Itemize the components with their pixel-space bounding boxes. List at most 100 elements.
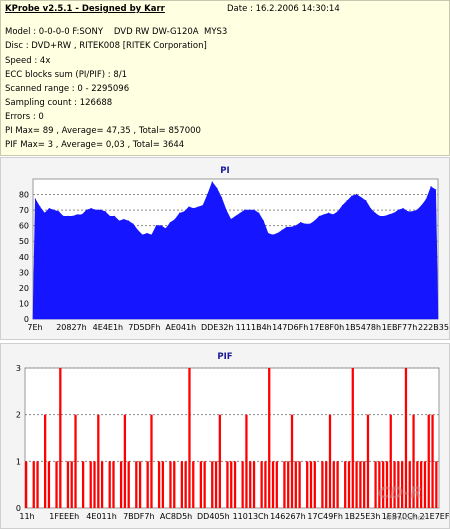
pi-point (262, 220, 265, 222)
x-tick-label: 146267h (270, 512, 306, 521)
pif-bar (260, 461, 263, 508)
pif-bar (192, 461, 195, 508)
pif-bar (351, 368, 354, 508)
pi-point (272, 234, 274, 236)
pif-bar (336, 461, 339, 508)
pif-bar (89, 461, 92, 508)
pi-point (253, 209, 255, 211)
info-speed: Speed : 4x (5, 56, 51, 66)
pif-bar (32, 461, 35, 508)
pif-bar (287, 461, 290, 508)
pi-point (225, 209, 227, 211)
pif-bar (70, 461, 73, 508)
pif-bar (435, 461, 438, 508)
x-tick-label: 20827h (56, 323, 87, 332)
pif-bar (157, 461, 161, 508)
pi-point (67, 215, 69, 217)
x-tick-label: DD405h (197, 512, 230, 521)
pi-point (383, 215, 386, 217)
pi-point (197, 206, 199, 208)
pi-point (127, 220, 130, 222)
x-tick-label: 17E8F0h (309, 323, 344, 332)
app-title: KProbe v2.5.1 - Designed by Karr (5, 4, 165, 14)
pif-bar (423, 461, 427, 508)
y-tick-label: 3 (16, 364, 21, 373)
y-tick-label: 20 (19, 284, 29, 293)
info-pif-summary: PIF Max= 3 , Average= 0,03 , Total= 3644 (5, 140, 185, 150)
pif-bar (226, 461, 229, 508)
pi-chart: 010203040506070807Eh 20827h 4E4E1h 7D5DFh AE… (19, 178, 449, 332)
pi-point (369, 207, 372, 210)
x-tick-label: 7BDF7h (123, 512, 155, 521)
pi-point (360, 197, 362, 199)
info-model: Model : 0-0-0-0 F:SONY DVD RW DW-G120A M… (5, 27, 228, 37)
pi-point (188, 206, 190, 208)
pif-bar (188, 368, 191, 508)
pi-point (118, 220, 120, 222)
pi-point (234, 215, 237, 217)
pi-point (365, 200, 367, 202)
pi-point (95, 209, 97, 211)
pif-bar (173, 461, 176, 508)
y-tick-label: 2 (16, 411, 21, 420)
pi-point (193, 207, 195, 210)
x-tick-label: 1EBF77h (382, 323, 417, 332)
pif-bar (119, 461, 123, 508)
y-tick-label: 40 (19, 253, 29, 262)
pi-point (165, 228, 167, 230)
pif-bar (36, 461, 39, 508)
pi-point (393, 212, 395, 214)
x-tick-label: 4E4E1h (93, 323, 123, 332)
pi-point (332, 214, 334, 216)
y-tick-label: 50 (19, 237, 29, 246)
pi-point (346, 200, 348, 202)
pi-point (244, 209, 246, 211)
pi-point (276, 232, 278, 235)
pif-bar (431, 414, 434, 508)
pif-bar (218, 414, 221, 508)
pi-point (328, 212, 330, 214)
pi-point (318, 215, 320, 217)
pi-point (155, 225, 157, 227)
pif-bar (298, 461, 301, 508)
pi-point (290, 226, 292, 228)
y-tick-label: 80 (19, 191, 29, 200)
pi-point (71, 215, 74, 217)
pif-bar (233, 461, 237, 508)
pi-point (216, 187, 218, 189)
pif-bar (363, 461, 366, 508)
pi-point (104, 211, 106, 213)
pi-point (323, 214, 325, 216)
pi-point (183, 211, 185, 213)
pif-bar (366, 414, 370, 508)
scan-date: Date : 16.2.2006 14:30:14 (227, 4, 340, 14)
pi-point (137, 229, 139, 231)
pi-point (44, 212, 46, 214)
pi-point (48, 207, 50, 210)
pi-point (416, 209, 418, 211)
pif-bar (427, 414, 430, 508)
pi-point (76, 214, 78, 216)
pi-point (435, 189, 437, 191)
x-tick-label: 147D6Fh (272, 323, 308, 332)
pi-point (174, 218, 176, 221)
pi-point (141, 234, 143, 236)
pi-point (309, 223, 311, 225)
pi-point (425, 198, 427, 200)
pif-bar (150, 414, 153, 508)
pif-bar (81, 461, 85, 508)
pi-point (202, 204, 204, 207)
pi-point (314, 220, 316, 222)
pif-bar (127, 461, 130, 508)
pif-bar (55, 461, 58, 508)
x-tick-label: 17C49Fh (307, 512, 343, 521)
pif-bar (47, 461, 51, 508)
pif-bar (211, 461, 214, 508)
pif-bar (97, 414, 100, 508)
y-tick-label: 70 (19, 206, 29, 215)
pi-point (374, 212, 376, 214)
pi-point (411, 211, 413, 213)
pi-point (81, 214, 83, 216)
info-ecc-blocks: ECC blocks sum (PI/PIF) : 8/1 (5, 70, 128, 80)
pif-bar (214, 461, 218, 508)
